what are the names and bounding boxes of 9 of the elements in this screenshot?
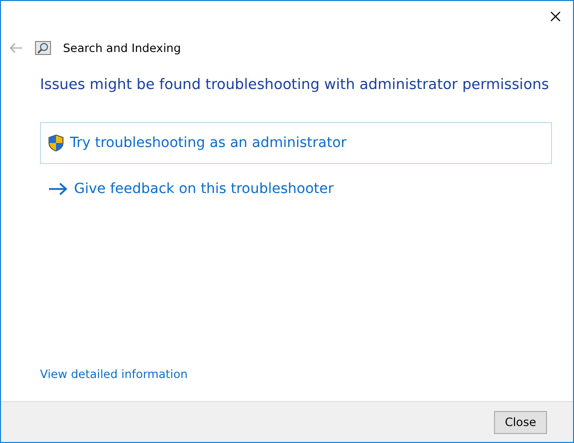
details-link[interactable]: View detailed information [40, 367, 188, 381]
heading: Issues might be found troubleshooting with administrator permissions [40, 77, 550, 93]
window-title: Search and Indexing [63, 41, 181, 55]
shield-icon [48, 134, 64, 152]
option-link[interactable]: Try troubleshooting as an administrator [40, 122, 552, 164]
close-button[interactable]: Close [494, 410, 547, 434]
arrow-icon [48, 182, 68, 196]
magnifier-icon [35, 40, 51, 56]
close-icon[interactable] [550, 11, 561, 22]
